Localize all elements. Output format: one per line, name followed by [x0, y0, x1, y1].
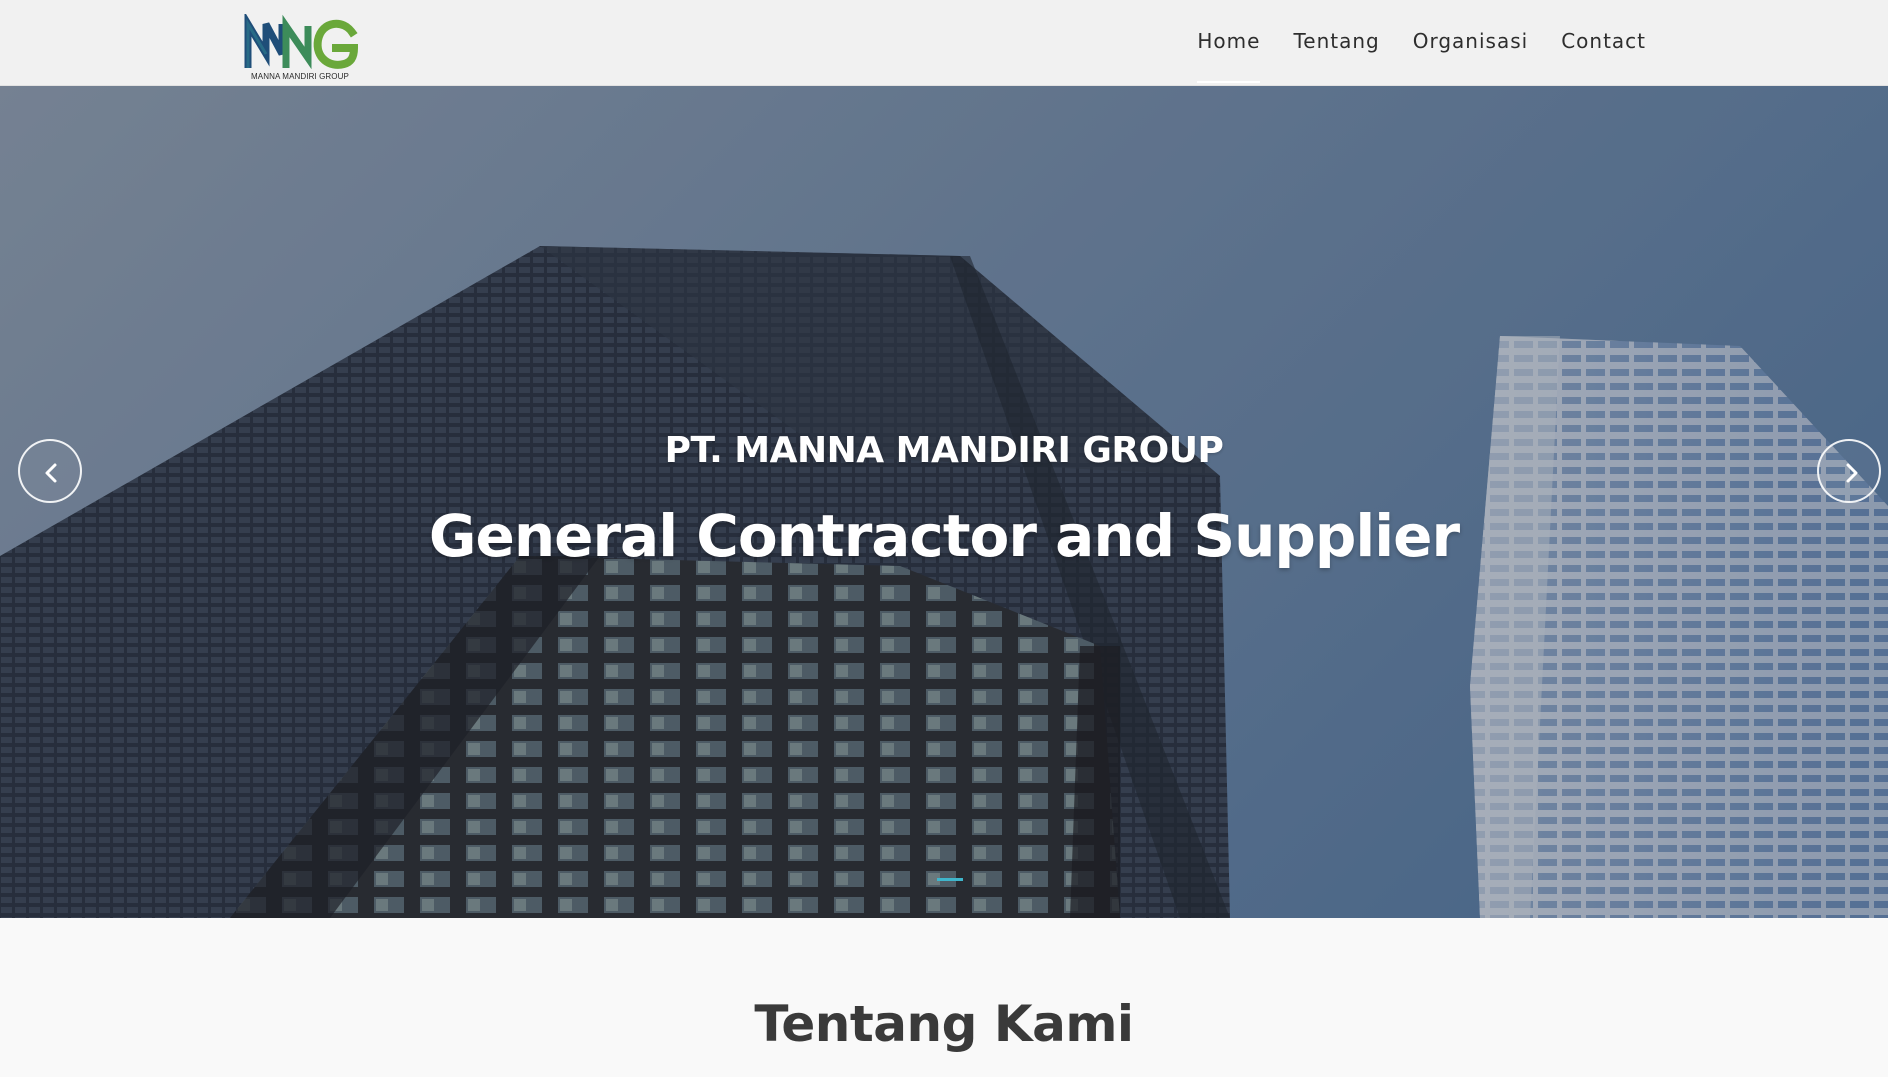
hero-carousel: PT. MANNA MANDIRI GROUP General Contract…	[0, 86, 1888, 918]
carousel-indicator[interactable]	[937, 878, 963, 881]
site-header: MANNA MANDIRI GROUP Home Tentang Organis…	[0, 0, 1888, 86]
main-nav: Home Tentang Organisasi Contact	[1164, 0, 1646, 86]
logo-mark-icon	[244, 11, 359, 70]
nav-organisasi[interactable]: Organisasi	[1413, 0, 1528, 86]
hero-title: General Contractor and Supplier	[428, 502, 1460, 570]
nav-contact[interactable]: Contact	[1561, 0, 1646, 86]
company-logo[interactable]: MANNA MANDIRI GROUP	[238, 11, 362, 84]
about-section-title: Tentang Kami	[754, 995, 1134, 1053]
logo-caption: MANNA MANDIRI GROUP	[251, 72, 349, 81]
chevron-left-icon	[45, 463, 57, 483]
nav-home[interactable]: Home	[1197, 0, 1261, 86]
nav-tentang[interactable]: Tentang	[1293, 0, 1379, 86]
carousel-next-button[interactable]	[1817, 439, 1881, 503]
carousel-prev-button[interactable]	[18, 439, 82, 503]
chevron-right-icon	[1846, 463, 1858, 483]
carousel-indicators	[937, 878, 963, 881]
hero-subtitle: PT. MANNA MANDIRI GROUP	[664, 430, 1224, 471]
